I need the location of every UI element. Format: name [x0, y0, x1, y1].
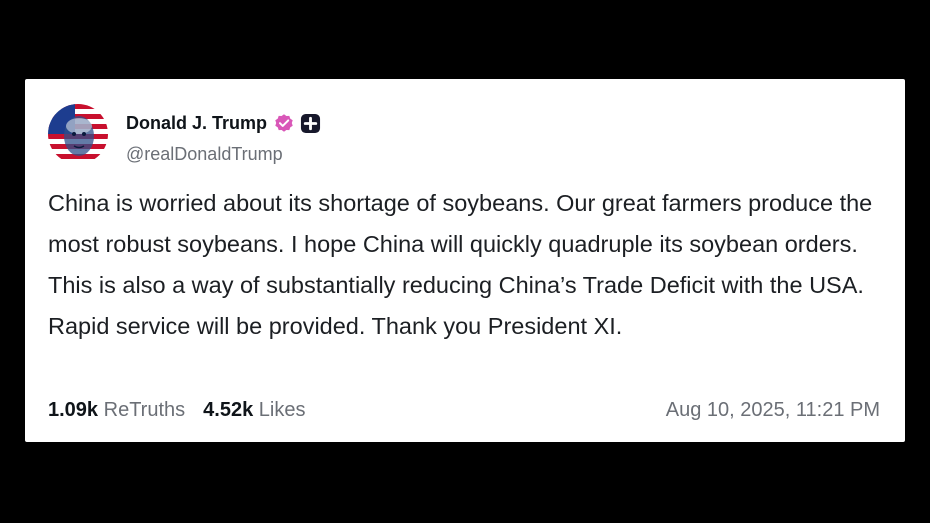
author-row: Donald J. Trump [126, 112, 321, 134]
likes-stat[interactable]: 4.52k Likes [203, 399, 305, 421]
retruths-stat[interactable]: 1.09k ReTruths [48, 399, 185, 421]
verified-badge-icon [275, 114, 293, 132]
author-name[interactable]: Donald J. Trump [126, 113, 267, 134]
screen: { "post": { "author_name": "Donald J. Tr… [0, 0, 930, 523]
likes-count: 4.52k [203, 399, 254, 421]
post-timestamp[interactable]: Aug 10, 2025, 11:21 PM [666, 399, 880, 422]
post-text: China is worried about its shortage of s… [48, 190, 873, 339]
likes-label: Likes [258, 399, 306, 421]
plus-badge-icon [300, 113, 321, 133]
retruths-label: ReTruths [103, 399, 186, 421]
author-handle[interactable]: @realDonaldTrump [126, 144, 283, 165]
post-stats: 1.09k ReTruths 4.52k Likes [48, 399, 305, 422]
author-avatar[interactable] [48, 104, 108, 164]
post-card: Donald J. Trump @realDonaldTrump China i… [25, 79, 905, 442]
retruths-count: 1.09k [48, 399, 99, 421]
